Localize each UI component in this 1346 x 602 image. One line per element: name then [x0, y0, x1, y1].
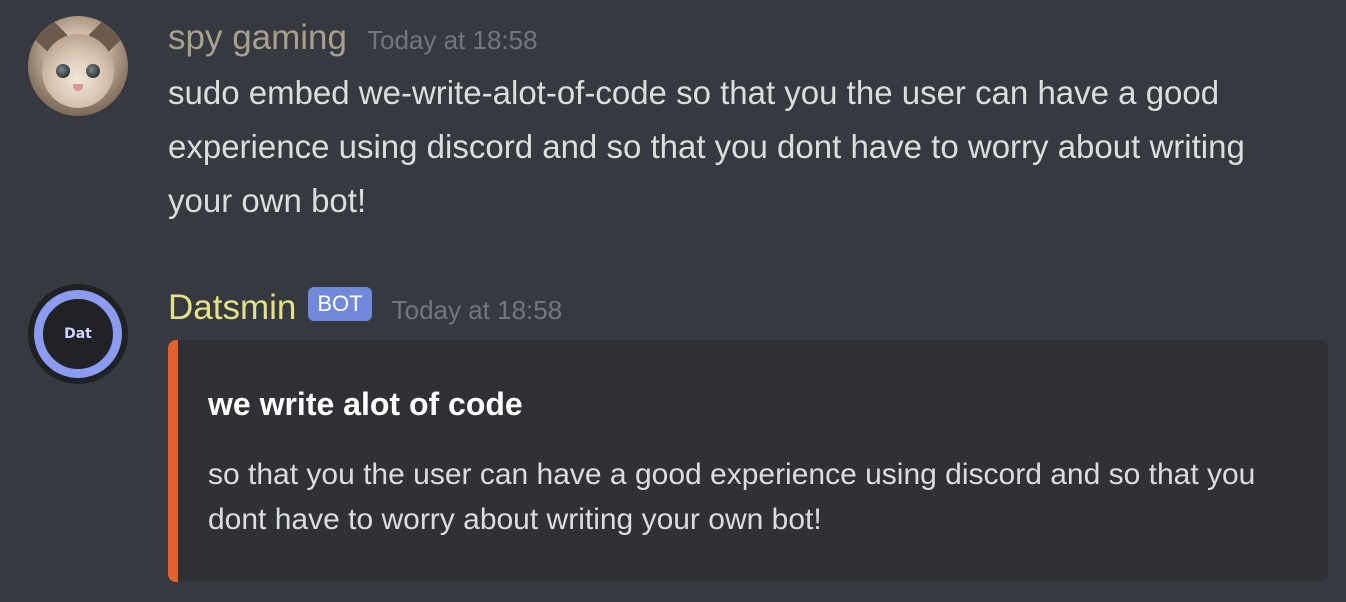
timestamp[interactable]: Today at 18:58: [392, 295, 563, 326]
message-content: sudo embed we-write-alot-of-code so that…: [168, 74, 1245, 219]
message-datsmin: Dat Datsmin BOT Today at 18:58 we write …: [0, 270, 1346, 602]
embed-description: so that you the user can have a good exp…: [208, 458, 1256, 536]
bot-badge: BOT: [308, 287, 372, 321]
embed-title: we write alot of code: [208, 386, 523, 422]
cat-eye-right: [86, 64, 100, 78]
message-embed: we write alot of code so that you the us…: [168, 340, 1328, 582]
bot-avatar-text: Dat: [64, 326, 92, 342]
cat-nose: [73, 84, 83, 91]
cat-face: [42, 34, 114, 108]
message-spy-gaming: spy gaming Today at 18:58 sudo embed we-…: [0, 0, 1346, 250]
message-header: Datsmin BOT Today at 18:58: [168, 286, 562, 330]
username[interactable]: spy gaming: [168, 18, 347, 58]
bot-avatar-icon[interactable]: Dat: [28, 284, 128, 384]
username[interactable]: Datsmin: [168, 288, 296, 328]
bot-avatar-ring: Dat: [34, 290, 122, 378]
cat-eye-left: [56, 64, 70, 78]
cat-avatar-icon[interactable]: [28, 16, 128, 116]
timestamp[interactable]: Today at 18:58: [367, 25, 538, 56]
message-header: spy gaming Today at 18:58: [168, 16, 538, 60]
